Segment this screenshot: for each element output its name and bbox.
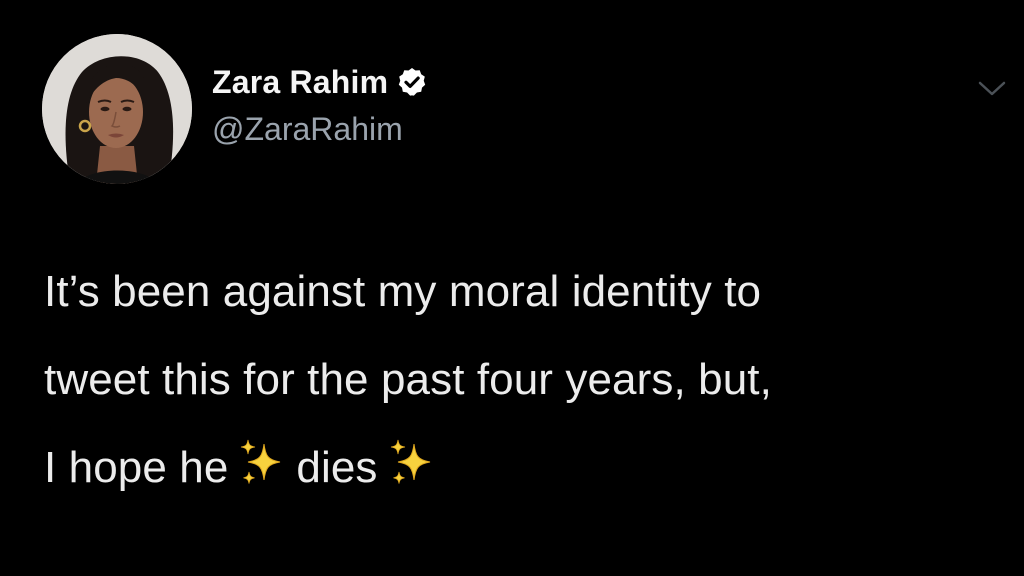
author-name-row[interactable]: Zara Rahim [212, 62, 428, 102]
tweet-footer-meta [44, 558, 62, 576]
verified-badge-icon [396, 66, 428, 98]
avatar-photo [42, 34, 192, 184]
tweet-text-part: dies [296, 443, 378, 492]
display-name[interactable]: Zara Rahim [212, 64, 388, 101]
sparkles-icon [234, 436, 290, 492]
tweet-text-line: tweet this for the past four years, but, [44, 355, 772, 404]
sparkles-icon [384, 436, 440, 492]
tweet-card: Zara Rahim @ZaraRahim It’s been against … [0, 0, 1024, 576]
tweet-text: It’s been against my moral identity to t… [44, 248, 1009, 512]
avatar[interactable] [42, 34, 192, 184]
tweet-text-part: I hope he [44, 443, 229, 492]
chevron-down-icon[interactable] [974, 70, 1010, 106]
tweet-text-line: I hope he dies [44, 424, 1009, 512]
tweet-text-line: It’s been against my moral identity to [44, 267, 762, 316]
author-handle[interactable]: @ZaraRahim [212, 111, 403, 148]
